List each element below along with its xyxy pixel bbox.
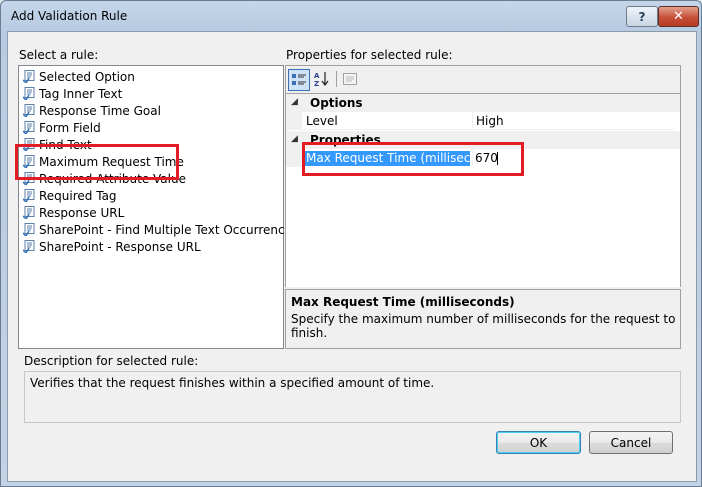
rule-icon xyxy=(23,70,35,83)
column-divider[interactable] xyxy=(472,112,473,130)
rule-item[interactable]: Required Tag xyxy=(23,187,117,204)
rule-icon xyxy=(23,104,35,117)
category-label: Options xyxy=(310,96,363,110)
close-button[interactable]: ✕ xyxy=(658,6,699,27)
rule-description-label: Description for selected rule: xyxy=(24,354,199,368)
rule-label: Response URL xyxy=(39,205,125,220)
rule-item[interactable]: SharePoint - Find Multiple Text Occurren… xyxy=(23,221,298,238)
select-rule-label: Select a rule: xyxy=(19,48,99,62)
rule-icon xyxy=(23,87,35,100)
rule-icon xyxy=(23,155,35,168)
dialog-client-area: Select a rule: Properties for selected r… xyxy=(7,31,697,482)
rule-icon xyxy=(23,172,35,185)
ok-button[interactable]: OK xyxy=(496,431,581,454)
collapse-triangle-icon[interactable]: ◢ xyxy=(291,97,298,107)
max-request-time-input[interactable] xyxy=(473,149,671,166)
rule-icon xyxy=(23,206,35,219)
rule-item[interactable]: Tag Inner Text xyxy=(23,85,122,102)
rule-label: Maximum Request Time xyxy=(39,154,184,169)
window-title: Add Validation Rule xyxy=(11,9,128,23)
property-pages-icon[interactable] xyxy=(340,69,360,89)
rule-item[interactable]: SharePoint - Response URL xyxy=(23,238,201,255)
rule-label: Form Field xyxy=(39,120,101,135)
collapse-triangle-icon[interactable]: ◢ xyxy=(291,134,298,144)
property-grid-toolbar: AZ xyxy=(286,66,674,92)
rule-icon xyxy=(23,121,35,134)
property-name: Level xyxy=(306,114,338,128)
rule-item[interactable]: Form Field xyxy=(23,119,101,136)
properties-label: Properties for selected rule: xyxy=(286,48,453,62)
property-description-text: Specify the maximum number of millisecon… xyxy=(291,312,676,340)
dialog-window: Add Validation Rule ? ✕ Select a rule: P… xyxy=(0,0,702,487)
category-row-properties[interactable]: ◢ Properties xyxy=(286,131,680,149)
svg-text:Z: Z xyxy=(314,80,319,87)
help-button[interactable]: ? xyxy=(626,6,658,27)
rule-item[interactable]: Response URL xyxy=(23,204,124,221)
row-gutter xyxy=(286,149,302,167)
rule-item[interactable]: Selected Option xyxy=(23,68,135,85)
rule-description-box: Verifies that the request finishes withi… xyxy=(24,371,681,423)
svg-text:A: A xyxy=(314,72,320,80)
property-grid: AZ ◢ Options Level High ◢ Properties Max… xyxy=(285,65,681,287)
rule-item-selected[interactable]: Maximum Request Time xyxy=(23,153,184,170)
rule-label: Required Tag xyxy=(39,188,117,203)
rule-label: Response Time Goal xyxy=(39,103,161,118)
toolbar-separator xyxy=(336,71,337,87)
rule-label: Tag Inner Text xyxy=(39,86,123,101)
rule-item[interactable]: Response Time Goal xyxy=(23,102,161,119)
row-separator xyxy=(302,129,674,130)
property-description-pane: Max Request Time (milliseconds) Specify … xyxy=(285,289,681,349)
rule-icon xyxy=(23,223,35,236)
rule-description-text: Verifies that the request finishes withi… xyxy=(30,376,435,390)
category-row-options[interactable]: ◢ Options xyxy=(286,94,680,112)
property-name: Max Request Time (millisecon xyxy=(304,151,470,166)
rule-icon xyxy=(23,240,35,253)
rule-item[interactable]: Required Attribute Value xyxy=(23,170,186,187)
alphabetical-icon[interactable]: AZ xyxy=(312,69,332,89)
rule-label: SharePoint - Find Multiple Text Occurren… xyxy=(39,222,299,237)
categorized-icon[interactable] xyxy=(288,69,310,91)
rules-list[interactable]: Selected Option Tag Inner Text Response … xyxy=(18,65,298,349)
text-caret xyxy=(497,152,498,165)
property-grid-body: ◢ Options Level High ◢ Properties Max Re… xyxy=(286,93,680,287)
category-label: Properties xyxy=(310,133,381,147)
row-gutter xyxy=(286,112,302,130)
property-value[interactable]: High xyxy=(476,114,504,128)
property-row-level[interactable]: Level High xyxy=(286,112,680,130)
title-bar[interactable]: Add Validation Rule ? ✕ xyxy=(1,1,701,31)
rule-icon xyxy=(23,138,35,151)
rule-icon xyxy=(23,189,35,202)
rule-item[interactable]: Find Text xyxy=(23,136,92,153)
rule-label: Required Attribute Value xyxy=(39,171,186,186)
rule-label: Find Text xyxy=(39,137,92,152)
rule-label: SharePoint - Response URL xyxy=(39,239,201,254)
rule-label: Selected Option xyxy=(39,69,135,84)
property-description-title: Max Request Time (milliseconds) xyxy=(291,295,515,309)
cancel-button[interactable]: Cancel xyxy=(589,431,673,454)
property-row-max-request-time[interactable]: Max Request Time (millisecon xyxy=(286,149,680,167)
